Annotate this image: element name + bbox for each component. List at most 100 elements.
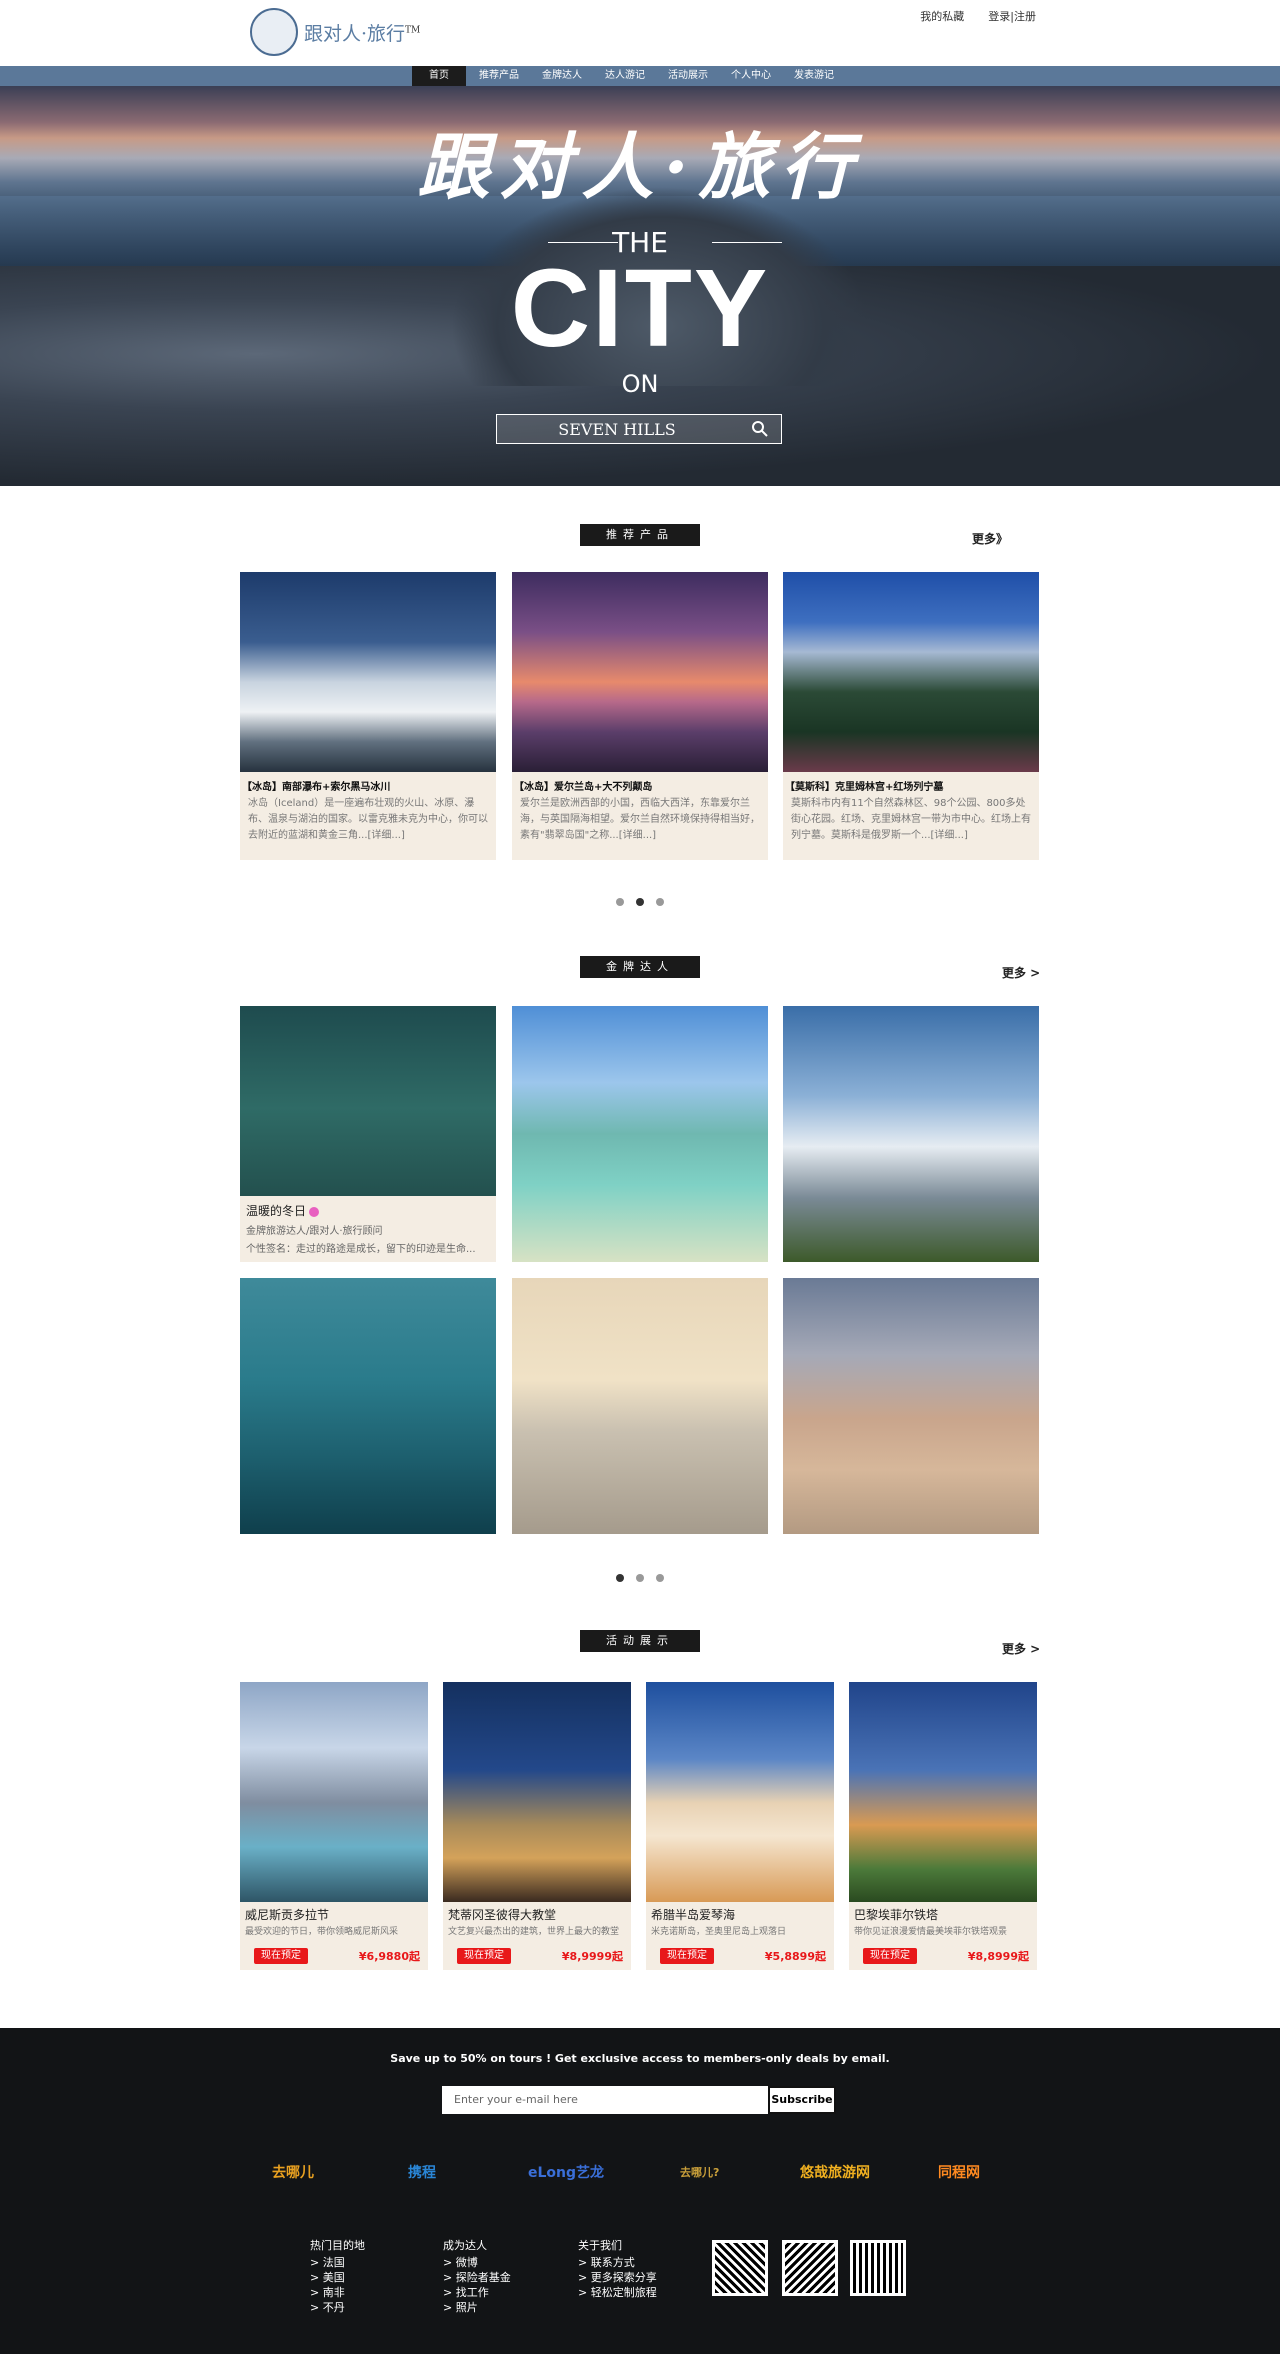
qr-code-icon (850, 2240, 906, 2296)
email-input[interactable]: Enter your e-mail here (442, 2086, 768, 2114)
subscribe-button[interactable]: Subscribe (768, 2086, 836, 2114)
footer-link[interactable]: > 轻松定制旅程 (578, 2285, 657, 2300)
hero-on-text: ON (621, 370, 659, 398)
hero-title: 跟对人·旅行 (417, 124, 863, 209)
footer-col-about: 关于我们 > 联系方式 > 更多探索分享 > 轻松定制旅程 (578, 2238, 657, 2300)
footer-col-destinations: 热门目的地 > 法国 > 美国 > 南非 > 不丹 (310, 2238, 365, 2315)
activity-card[interactable]: 梵蒂冈圣彼得大教堂 文艺复兴最杰出的建筑，世界上最大的教堂 现在预定 ¥8,99… (443, 1682, 631, 1970)
expert-name: 温暖的冬日 (246, 1202, 490, 1219)
carousel-dot[interactable] (656, 1574, 664, 1582)
expert-photo[interactable] (512, 1278, 768, 1534)
activity-price: ¥8,9999起 (561, 1950, 623, 1963)
footer-link[interactable]: > 法国 (310, 2255, 365, 2270)
activity-desc: 文艺复兴最杰出的建筑，世界上最大的教堂 (448, 1927, 620, 1937)
top-links: 我的私藏 登录|注册 (920, 8, 1036, 24)
expert-signature: 个性签名：走过的路途是成长，留下的印迹是生命... (246, 1244, 476, 1255)
activity-desc: 最受欢迎的节日，带你领略威尼斯风采 (245, 1927, 399, 1937)
verified-badge-icon (309, 1206, 320, 1217)
site-header: 跟对人·旅行TM 我的私藏 登录|注册 (0, 0, 1280, 66)
expert-caption: 温暖的冬日 金牌旅游达人/跟对人·旅行顾问 个性签名：走过的路途是成长，留下的印… (240, 1196, 496, 1262)
footer-col-experts: 成为达人 > 微博 > 探险者基金 > 找工作 > 照片 (443, 2238, 511, 2315)
site-footer: Save up to 50% on tours ! Get exclusive … (0, 2028, 1280, 2354)
book-now-button[interactable]: 现在预定 (254, 1948, 308, 1964)
activity-title: 希腊半岛爱琴海 (651, 1908, 736, 1922)
activity-price: ¥6,9880起 (358, 1950, 420, 1963)
footer-link[interactable]: > 不丹 (310, 2300, 365, 2315)
footer-link[interactable]: > 找工作 (443, 2285, 511, 2300)
product-card[interactable]: 【冰岛】南部瀑布+索尔黑马冰川 冰岛（Iceland）是一座遍布壮观的火山、冰原… (240, 572, 496, 860)
footer-col-title: 热门目的地 (310, 2239, 365, 2252)
partner-logo-tongcheng[interactable]: 同程网 (938, 2160, 980, 2186)
recommend-more-link[interactable]: 更多》 (972, 530, 1008, 547)
logo-text: 跟对人·旅行TM (304, 22, 421, 45)
site-logo[interactable]: 跟对人·旅行TM (250, 8, 420, 56)
carousel-dot[interactable] (616, 898, 624, 906)
expert-role: 金牌旅游达人/跟对人·旅行顾问 (246, 1226, 383, 1237)
expert-photo[interactable] (512, 1006, 768, 1262)
hero-city-text: CITY (510, 247, 770, 370)
product-image (783, 572, 1039, 772)
recommend-carousel-dots (616, 898, 664, 906)
nav-home[interactable]: 首页 (412, 66, 466, 86)
product-title: 【莫斯科】克里姆林宫+红场列宁墓 (785, 782, 944, 793)
activity-card[interactable]: 威尼斯贡多拉节 最受欢迎的节日，带你领略威尼斯风采 现在预定 ¥6,9880起 (240, 1682, 428, 1970)
hero-search-box[interactable]: SEVEN HILLS (496, 414, 782, 444)
partner-logo-quna[interactable]: 去哪儿? (680, 2160, 719, 2186)
nav-post[interactable]: 发表游记 (784, 66, 844, 86)
activity-image (646, 1682, 834, 1902)
expert-photo[interactable] (240, 1278, 496, 1534)
expert-photo[interactable] (783, 1278, 1039, 1534)
footer-link[interactable]: > 南非 (310, 2285, 365, 2300)
partner-logo-elong[interactable]: eLong艺龙 (528, 2160, 604, 2186)
footer-link[interactable]: > 更多探索分享 (578, 2270, 657, 2285)
expert-card[interactable]: 温暖的冬日 金牌旅游达人/跟对人·旅行顾问 个性签名：走过的路途是成长，留下的印… (240, 1006, 496, 1262)
login-register-link[interactable]: 登录|注册 (988, 8, 1036, 24)
footer-col-title: 成为达人 (443, 2239, 487, 2252)
activities-more-link[interactable]: 更多 > (1002, 1640, 1040, 1657)
product-card[interactable]: 【冰岛】爱尔兰岛+大不列颠岛 爱尔兰是欧洲西部的小国，西临大西洋，东靠爱尔兰海，… (512, 572, 768, 860)
partner-logo-uzai[interactable]: 悠哉旅游网 (800, 2160, 870, 2186)
book-now-button[interactable]: 现在预定 (863, 1948, 917, 1964)
search-icon[interactable] (751, 420, 769, 438)
newsletter-promo: Save up to 50% on tours ! Get exclusive … (390, 2052, 890, 2065)
footer-link[interactable]: > 照片 (443, 2300, 511, 2315)
carousel-dot-active[interactable] (616, 1574, 624, 1582)
partner-logo-ctrip[interactable]: 携程 (408, 2160, 436, 2186)
activity-card[interactable]: 巴黎埃菲尔铁塔 带你见证浪漫爱情最美埃菲尔铁塔观景 现在预定 ¥8,8999起 (849, 1682, 1037, 1970)
nav-experts[interactable]: 金牌达人 (532, 66, 592, 86)
hero-search-text: SEVEN HILLS (558, 420, 676, 439)
recommend-section-title: 推荐产品 (580, 524, 700, 546)
nav-personal[interactable]: 个人中心 (721, 66, 781, 86)
product-desc: 莫斯科市内有11个自然森林区、98个公园、800多处街心花园。红场、克里姆林宫一… (791, 798, 1031, 841)
nav-travelogues[interactable]: 达人游记 (595, 66, 655, 86)
nav-activities[interactable]: 活动展示 (658, 66, 718, 86)
activity-desc: 米克诺斯岛，圣奥里尼岛上观落日 (651, 1927, 787, 1937)
footer-col-title: 关于我们 (578, 2239, 622, 2252)
book-now-button[interactable]: 现在预定 (660, 1948, 714, 1964)
carousel-dot[interactable] (656, 898, 664, 906)
experts-carousel-dots (616, 1574, 664, 1582)
footer-link[interactable]: > 微博 (443, 2255, 511, 2270)
expert-photo[interactable] (783, 1006, 1039, 1262)
product-card[interactable]: 【莫斯科】克里姆林宫+红场列宁墓 莫斯科市内有11个自然森林区、98个公园、80… (783, 572, 1039, 860)
product-image (240, 572, 496, 772)
footer-link[interactable]: > 美国 (310, 2270, 365, 2285)
carousel-dot-active[interactable] (636, 898, 644, 906)
experts-more-link[interactable]: 更多 > (1002, 964, 1040, 981)
qr-code-icon (782, 2240, 838, 2296)
book-now-button[interactable]: 现在预定 (457, 1948, 511, 1964)
activity-image (849, 1682, 1037, 1902)
footer-link[interactable]: > 联系方式 (578, 2255, 657, 2270)
experts-section-title: 金牌达人 (580, 956, 700, 978)
activity-title: 巴黎埃菲尔铁塔 (854, 1908, 939, 1922)
main-nav: 首页 推荐产品 金牌达人 达人游记 活动展示 个人中心 发表游记 (0, 66, 1280, 86)
footer-link[interactable]: > 探险者基金 (443, 2270, 511, 2285)
partner-logo-qunar[interactable]: 去哪儿 (272, 2160, 314, 2186)
carousel-dot[interactable] (636, 1574, 644, 1582)
activity-image (443, 1682, 631, 1902)
my-favorites-link[interactable]: 我的私藏 (920, 8, 964, 24)
activity-card[interactable]: 希腊半岛爱琴海 米克诺斯岛，圣奥里尼岛上观落日 现在预定 ¥5,8899起 (646, 1682, 834, 1970)
product-desc: 爱尔兰是欧洲西部的小国，西临大西洋，东靠爱尔兰海，与英国隔海相望。爱尔兰自然环境… (520, 798, 760, 841)
nav-recommend[interactable]: 推荐产品 (469, 66, 529, 86)
activities-section-title: 活动展示 (580, 1630, 700, 1652)
